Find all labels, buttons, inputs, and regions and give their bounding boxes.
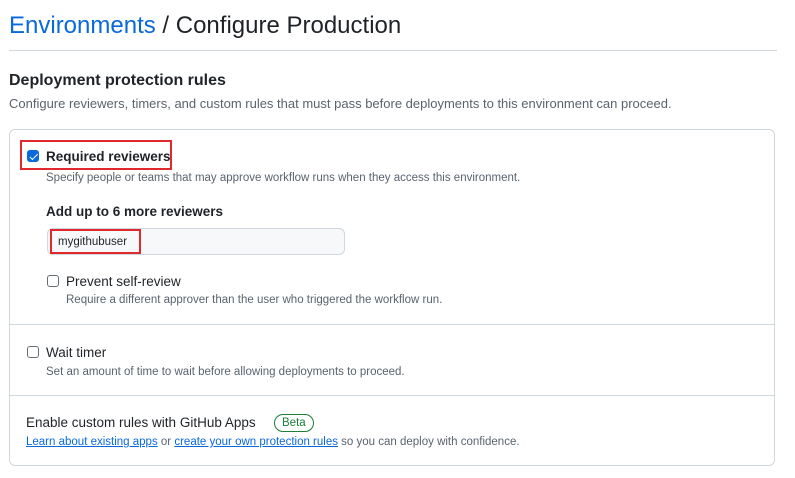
breadcrumb-separator: / [162,12,170,39]
required-reviewers-description: Specify people or teams that may approve… [46,172,521,184]
prevent-self-review-label[interactable]: Prevent self-review [66,274,181,290]
header-divider [9,50,777,51]
custom-rules-description: Learn about existing apps or create your… [26,435,520,450]
prevent-self-review-description: Require a different approver than the us… [66,294,443,306]
wait-timer-checkbox[interactable] [27,346,39,358]
learn-existing-apps-link[interactable]: Learn about existing apps [26,436,158,448]
rule-divider-1 [10,324,774,325]
section-title: Deployment protection rules [9,72,226,89]
add-reviewers-label: Add up to 6 more reviewers [46,204,224,219]
section-description: Configure reviewers, timers, and custom … [9,96,672,111]
wait-timer-label[interactable]: Wait timer [46,345,106,361]
page-title-text: Configure Production [175,12,402,39]
reviewer-token[interactable]: mygithubuser [58,235,127,249]
required-reviewers-checkbox[interactable] [27,150,39,162]
breadcrumb-environments-link[interactable]: Environments [9,12,156,39]
rule-divider-2 [10,395,774,396]
protection-rules-panel: Required reviewers Specify people or tea… [9,129,775,466]
create-protection-rules-link[interactable]: create your own protection rules [174,436,338,448]
or-text: or [157,436,175,448]
confidence-text: so you can deploy with confidence. [337,436,520,448]
wait-timer-description: Set an amount of time to wait before all… [46,366,405,378]
page-title: Environments / Configure Production [9,11,401,41]
custom-rules-title: Enable custom rules with GitHub Apps [26,415,256,430]
required-reviewers-label[interactable]: Required reviewers [46,149,171,165]
beta-badge: Beta [274,414,314,432]
prevent-self-review-checkbox[interactable] [47,275,59,287]
